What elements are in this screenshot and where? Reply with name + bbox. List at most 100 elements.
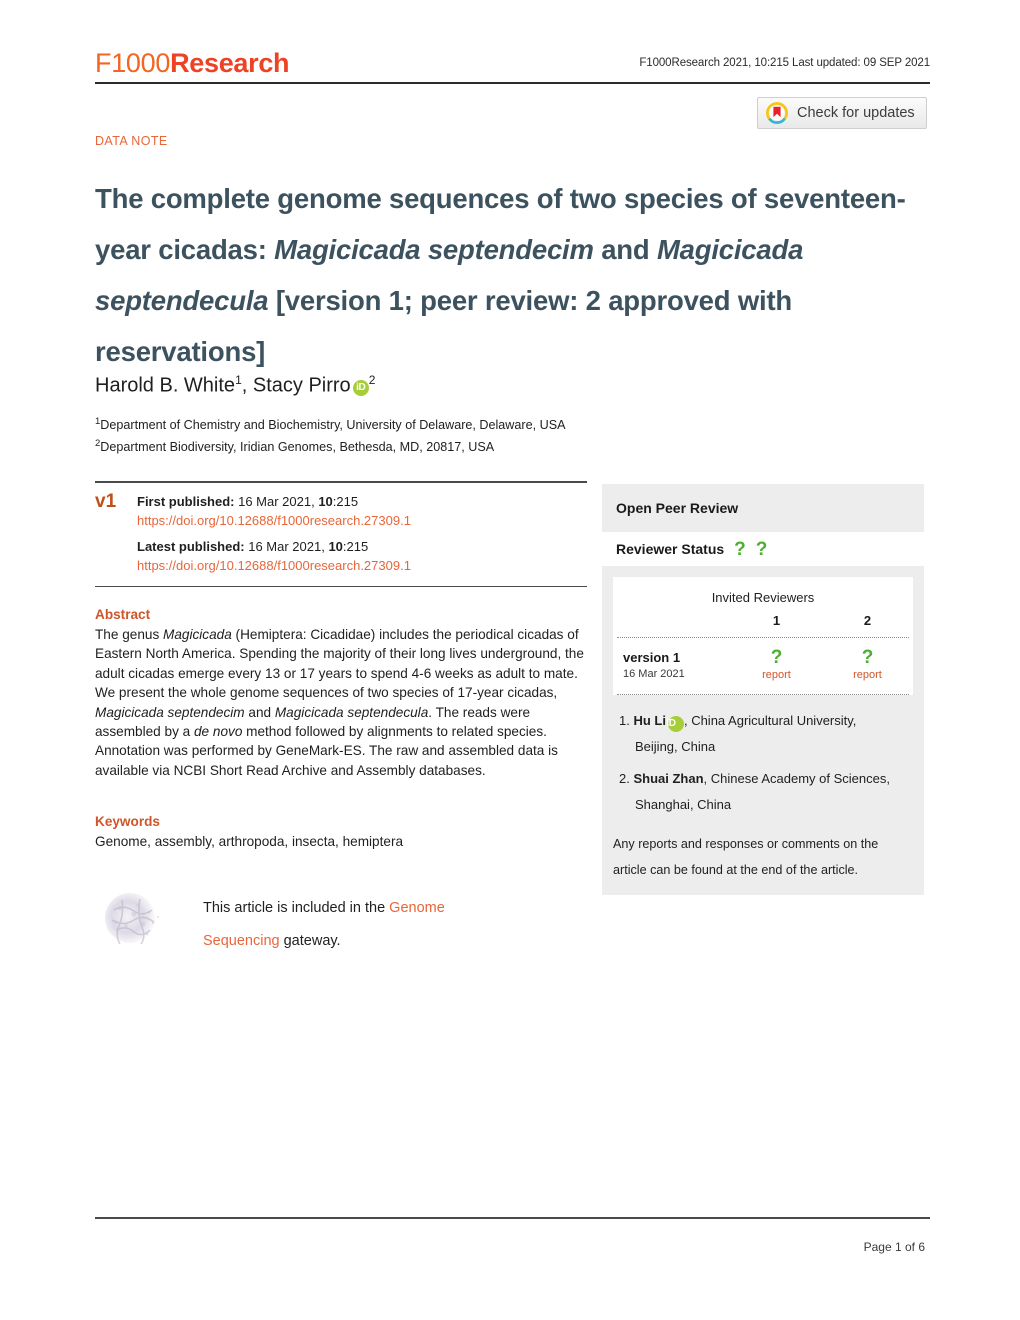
gateway-callout: This article is included in the Genome Se… <box>100 890 580 958</box>
gateway-link-line-2[interactable]: Sequencing <box>203 933 280 949</box>
reviewer-index-2: 2. <box>619 771 630 786</box>
reviewer-name-list: 1. Hu LiiD, China Agricultural Universit… <box>613 695 913 827</box>
first-published-group: First published: 16 Mar 2021, 10:215 htt… <box>137 492 411 531</box>
version-tag: v1 <box>95 490 117 512</box>
header-divider <box>95 82 930 84</box>
reviewer-number-1: 1 <box>772 613 781 628</box>
reviewer-name-2[interactable]: Shuai Zhan <box>633 771 703 786</box>
first-published-date: 16 Mar 2021, <box>234 493 319 509</box>
title-species-3: septendecula <box>95 285 269 317</box>
footer-page-number: Page 1 of 6 <box>863 1240 925 1254</box>
reviewer-status-label: Reviewer Status <box>616 541 725 557</box>
gateway-thumbnail <box>100 890 168 948</box>
orcid-icon-author-2[interactable]: iD <box>352 379 369 396</box>
latest-published-line: Latest published: 16 Mar 2021, 10:215 <box>137 537 411 557</box>
publication-divider-bottom <box>95 585 587 587</box>
first-published-line: First published: 16 Mar 2021, 10:215 <box>137 492 411 512</box>
first-published-label: First published: <box>137 493 235 509</box>
latest-published-label: Latest published: <box>137 538 245 554</box>
review-report-link-2[interactable]: report <box>822 668 913 683</box>
reviewer-affiliation-2: , Chinese Academy of Sciences, <box>703 771 890 786</box>
gateway-suffix: gateway. <box>279 933 341 949</box>
reviewer-status-mark-1: ? <box>734 538 746 560</box>
title-line-2-mid: and <box>593 234 657 266</box>
review-status-icon-2: ? <box>861 647 874 668</box>
abstract-heading: Abstract <box>95 607 151 622</box>
version-review-row: version 1 16 Mar 2021 ? report ? report <box>613 638 913 694</box>
reviewer-status-row: Reviewer Status ? ? <box>602 532 924 566</box>
latest-published-volume: 10 <box>328 538 343 554</box>
review-cell-1[interactable]: ? report <box>731 648 822 683</box>
title-line-4: reservations] <box>95 336 266 368</box>
first-published-doi-link[interactable]: https://doi.org/10.12688/f1000research.2… <box>137 511 411 531</box>
logo-f1000-text: F1000 <box>95 48 171 78</box>
author-name-1[interactable]: Harold B. White <box>95 375 235 397</box>
abstract-body: The genus Magicicada (Hemiptera: Cicadid… <box>95 625 587 780</box>
logo-research-text: Research <box>170 48 290 78</box>
abstract-section: Abstract The genus Magicicada (Hemiptera… <box>95 605 587 780</box>
reviewer-entry-1: 1. Hu LiiD, China Agricultural Universit… <box>613 708 913 760</box>
invited-reviewers-heading: Invited Reviewers <box>711 590 815 605</box>
affiliation-2: 2Department Biodiversity, Iridian Genome… <box>95 435 566 457</box>
article-type-label: DATA NOTE <box>95 134 168 148</box>
title-line-3-rest: [version 1; peer review: 2 approved with <box>275 285 793 317</box>
keywords-section: Keywords Genome, assembly, arthropoda, i… <box>95 812 587 851</box>
author-list: Harold B. White1, Stacy Pirro iD2 <box>95 367 375 399</box>
gateway-text: This article is included in the Genome Se… <box>203 890 445 958</box>
reviewer-affiliation-1-line2: Beijing, China <box>635 739 716 754</box>
gateway-link-line-1[interactable]: Genome <box>389 900 445 916</box>
keywords-body: Genome, assembly, arthropoda, insecta, h… <box>95 834 404 849</box>
peer-review-note-line-2: article can be found at the end of the a… <box>613 863 859 877</box>
reviewer-status-mark-2: ? <box>755 538 768 560</box>
author-affiliation-marker-2: 2 <box>368 373 376 387</box>
reviewer-entry-2: 2. Shuai Zhan, Chinese Academy of Scienc… <box>613 766 913 818</box>
publication-info-block: v1 First published: 16 Mar 2021, 10:215 … <box>95 481 587 587</box>
latest-published-doi-link[interactable]: https://doi.org/10.12688/f1000research.2… <box>137 556 411 576</box>
header-citation-meta: F1000Research 2021, 10:215 Last updated:… <box>639 57 930 69</box>
abstract-italic-2: Magicicada septendecim <box>95 704 245 720</box>
reviewer-affiliation-2-line2: Shanghai, China <box>635 797 732 812</box>
version-meta: version 1 16 Mar 2021 <box>613 649 731 682</box>
keywords-heading: Keywords <box>95 814 160 829</box>
version-label: version 1 <box>623 650 681 665</box>
footer-divider <box>95 1217 930 1219</box>
peer-review-note-line-1: Any reports and responses or comments on… <box>613 837 879 851</box>
author-name-2[interactable]: Stacy Pirro <box>253 375 351 397</box>
abstract-italic-1: Magicicada <box>163 627 232 642</box>
check-for-updates-label: Check for updates <box>797 105 915 121</box>
peer-review-note: Any reports and responses or comments on… <box>613 831 913 883</box>
title-line-2-prefix: year cicadas: <box>95 234 275 266</box>
author-separator: , <box>241 374 253 397</box>
affiliation-1-text: Department of Chemistry and Biochemistry… <box>100 418 566 433</box>
reviewer-affiliation-1: , China Agricultural University, <box>683 713 857 728</box>
f1000research-logo: F1000Research <box>95 48 290 78</box>
title-species-2: Magicicada <box>656 234 804 266</box>
reviewer-number-row: 1 2 <box>613 605 913 637</box>
review-cell-2[interactable]: ? report <box>822 648 913 683</box>
version-date: 16 Mar 2021 <box>623 668 685 680</box>
review-report-link-1[interactable]: report <box>731 668 822 683</box>
abstract-part-3: and <box>244 704 275 720</box>
review-status-icon-1: ? <box>770 647 783 668</box>
gateway-prefix: This article is included in the <box>203 900 390 916</box>
document-page: F1000Research F1000Research 2021, 10:215… <box>0 0 1020 1320</box>
reviewer-name-1[interactable]: Hu Li <box>633 713 666 728</box>
open-peer-review-panel: Open Peer Review Reviewer Status ? ? Inv… <box>602 484 924 895</box>
check-for-updates-button[interactable]: Check for updates <box>757 97 927 129</box>
page-header: F1000Research F1000Research 2021, 10:215… <box>95 48 930 82</box>
latest-published-page: :215 <box>342 538 369 554</box>
open-peer-review-title: Open Peer Review <box>616 500 739 516</box>
abstract-part-1: The genus <box>95 627 164 642</box>
abstract-italic-4: de novo <box>194 724 243 740</box>
affiliation-1: 1Department of Chemistry and Biochemistr… <box>95 413 566 435</box>
affiliation-2-text: Department Biodiversity, Iridian Genomes… <box>100 439 495 454</box>
reviewer-number-spacer <box>613 613 731 628</box>
reviewer-number-2: 2 <box>863 613 872 628</box>
title-line-1: The complete genome sequences of two spe… <box>95 183 906 215</box>
first-published-page: :215 <box>332 493 359 509</box>
orcid-icon-reviewer-1[interactable]: iD <box>666 716 684 732</box>
latest-published-group: Latest published: 16 Mar 2021, 10:215 ht… <box>137 537 411 576</box>
crossmark-icon <box>766 102 788 124</box>
title-species-1: Magicicada septendecim <box>274 234 594 266</box>
first-published-volume: 10 <box>318 493 333 509</box>
